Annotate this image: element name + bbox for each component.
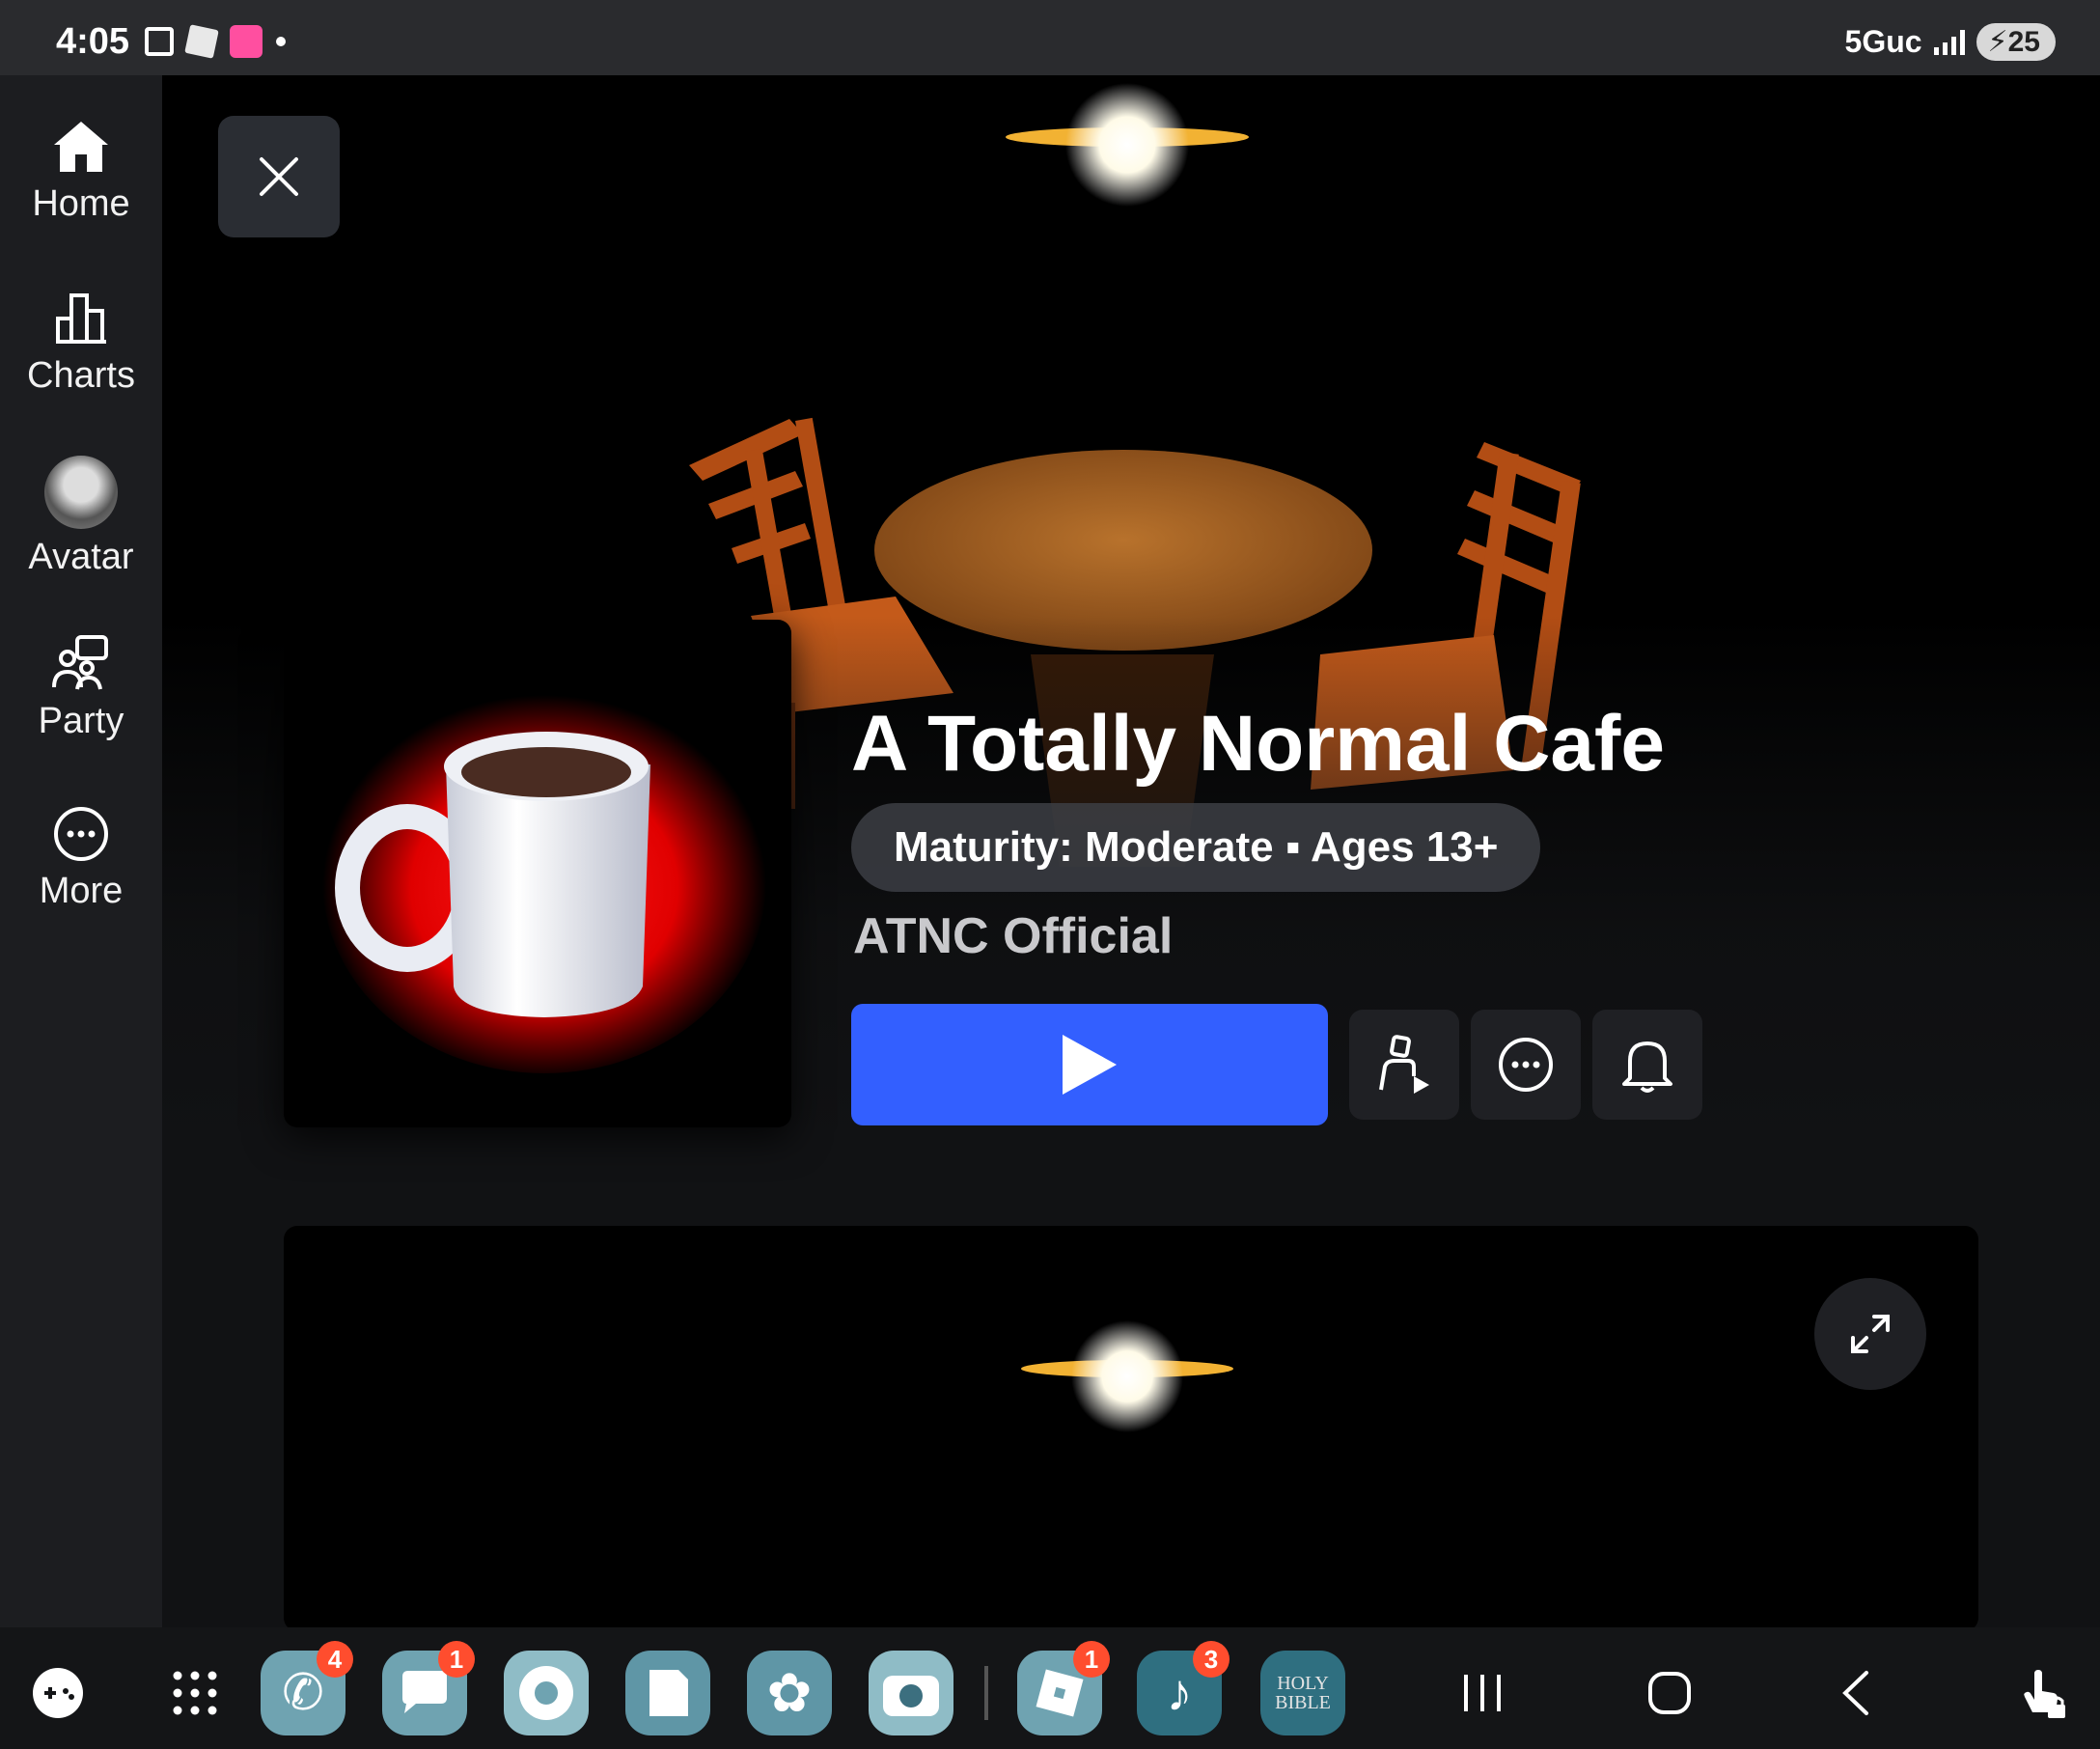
phone-app-icon: ✆ [282, 1665, 324, 1721]
play-with-friends-icon [1379, 1035, 1429, 1094]
status-notification-icons [145, 24, 286, 59]
signal-strength-icon [1933, 29, 1965, 55]
expand-media-button[interactable] [1814, 1278, 1926, 1390]
notification-badge: 4 [317, 1641, 353, 1678]
avatar-icon [44, 456, 118, 529]
play-icon [1063, 1035, 1117, 1095]
phone-app-button[interactable]: ✆ 4 [261, 1641, 353, 1735]
app-drawer-icon [173, 1671, 217, 1715]
sidebar-item-label: Party [38, 701, 124, 741]
bible-app-button[interactable]: HOLY BIBLE [1260, 1651, 1345, 1735]
screenshot-notification-icon [145, 27, 174, 56]
home-nav-icon [1648, 1672, 1691, 1714]
bixby-app-icon: ✿ [766, 1662, 813, 1723]
notification-badge: 3 [1193, 1641, 1230, 1678]
play-with-friends-button[interactable] [1349, 1010, 1459, 1120]
battery-indicator: ⚡25 [1976, 23, 2056, 61]
sidebar-item-charts[interactable]: Charts [0, 290, 162, 397]
touch-lock-button[interactable] [2000, 1651, 2085, 1735]
app-notification-icon [230, 25, 262, 58]
more-options-icon [1499, 1038, 1553, 1092]
more-options-button[interactable] [1471, 1010, 1581, 1120]
messages-app-icon [402, 1671, 447, 1713]
taskbar-divider [984, 1666, 988, 1720]
close-icon [260, 157, 298, 196]
app-drawer-button[interactable] [152, 1651, 237, 1735]
status-bar: 4:05 5Guc ⚡25 [0, 0, 2100, 75]
maturity-rating-badge: Maturity: Moderate ▪ Ages 13+ [851, 803, 1541, 892]
camera-app-button[interactable] [869, 1651, 953, 1735]
bible-app-icon: HOLY BIBLE [1275, 1673, 1331, 1713]
roblox-app-button[interactable]: 1 [1017, 1641, 1110, 1735]
notification-badge: 1 [438, 1641, 475, 1678]
more-icon [54, 807, 108, 861]
recent-apps-icon [1464, 1675, 1501, 1711]
notification-badge: 1 [1073, 1641, 1110, 1678]
notes-app-button[interactable] [625, 1651, 710, 1735]
home-icon [54, 122, 108, 172]
media-preview[interactable] [284, 1226, 1978, 1631]
notes-app-icon [649, 1670, 688, 1716]
roblox-app-icon [1036, 1669, 1084, 1717]
more-notifications-dot-icon [276, 37, 286, 46]
coffee-mug-icon [322, 687, 766, 1073]
tiktok-app-button[interactable]: ♪ 3 [1137, 1641, 1230, 1735]
notify-bell-icon [1622, 1041, 1672, 1093]
notify-bell-button[interactable] [1592, 1010, 1702, 1120]
sidebar-item-label: Charts [27, 355, 135, 396]
game-launcher-button[interactable] [15, 1651, 100, 1735]
back-icon [1842, 1671, 1868, 1715]
play-button[interactable] [851, 1004, 1328, 1125]
close-button[interactable] [218, 116, 340, 237]
experience-thumbnail [284, 620, 791, 1127]
sidebar-item-more[interactable]: More [0, 805, 162, 912]
sidebar-item-party[interactable]: Party [0, 633, 162, 742]
sidebar-item-avatar[interactable]: Avatar [0, 456, 162, 578]
touch-lock-icon [2024, 1670, 2065, 1718]
sidebar-item-home[interactable]: Home [0, 118, 162, 225]
chrome-app-button[interactable] [504, 1651, 589, 1735]
home-nav-button[interactable] [1627, 1651, 1712, 1735]
chrome-app-icon [519, 1666, 573, 1720]
sidebar-item-label: Home [32, 183, 130, 224]
bixby-app-button[interactable]: ✿ [747, 1651, 832, 1735]
expand-icon [1851, 1315, 1890, 1353]
sidebar-item-label: More [39, 871, 124, 911]
camera-app-icon [883, 1676, 939, 1716]
battery-level: 25 [2007, 26, 2040, 58]
party-icon [52, 635, 108, 690]
status-right: 5Guc ⚡25 [1845, 23, 2056, 61]
roblox-notification-icon [184, 24, 219, 59]
media-preview-image [1021, 1320, 1233, 1432]
sidebar-item-label: Avatar [28, 537, 134, 577]
status-time: 4:05 [56, 21, 130, 62]
back-nav-button[interactable] [1812, 1651, 1897, 1735]
device-taskbar: ✆ 4 1 ✿ 1 ♪ 3 HOLY BIBLE [0, 1627, 2100, 1749]
creator-name-link[interactable]: ATNC Official [853, 907, 1173, 965]
recent-apps-button[interactable] [1440, 1651, 1525, 1735]
tiktok-app-icon: ♪ [1166, 1664, 1193, 1722]
sidebar-nav: Home Charts Avatar Party More [0, 75, 162, 1627]
charts-icon [56, 293, 106, 344]
network-type: 5Guc [1844, 24, 1922, 59]
game-launcher-icon [33, 1668, 83, 1718]
messages-app-button[interactable]: 1 [382, 1641, 475, 1735]
experience-title: A Totally Normal Cafe [851, 700, 1665, 788]
